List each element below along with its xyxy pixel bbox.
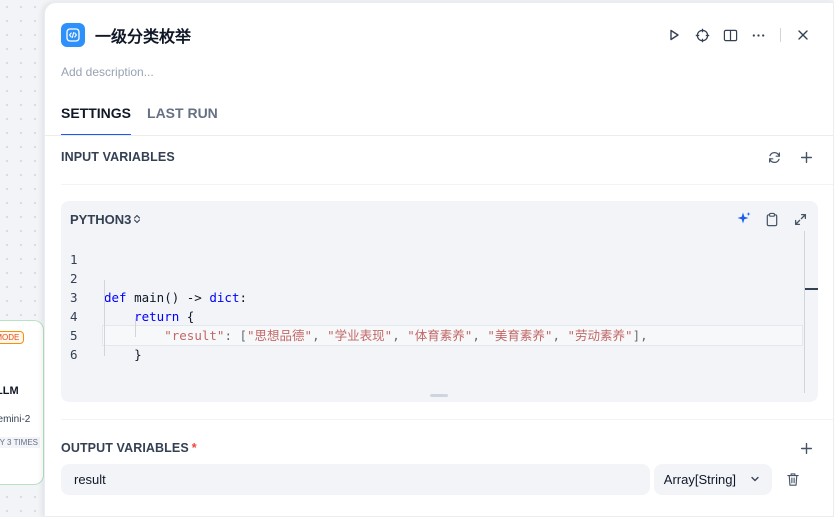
chevron-down-icon (751, 476, 759, 482)
required-mark: * (191, 441, 197, 455)
crosshair-icon (695, 28, 709, 42)
add-output-variable-button[interactable] (795, 437, 817, 459)
ai-generate-button[interactable] (734, 209, 754, 229)
close-icon (798, 30, 808, 40)
line-number: 6 (70, 347, 78, 362)
line-number: 5 (70, 328, 78, 343)
output-variables-title: OUTPUT VARIABLES (61, 441, 189, 455)
editor-scrollbar[interactable] (804, 231, 818, 393)
tab-last-run[interactable]: LAST RUN (147, 105, 218, 135)
copy-code-button[interactable] (762, 209, 782, 229)
run-button[interactable] (660, 21, 688, 49)
output-variable-name-input[interactable]: result (61, 464, 650, 495)
output-variable-row: result Array[String] (61, 464, 802, 495)
type-select-value: Array[String] (663, 472, 737, 487)
node-retry: RY 3 TIMES (0, 437, 41, 448)
node-title: LLM (0, 385, 19, 397)
header-divider (780, 28, 781, 42)
code-content[interactable]: 1 2 def main() -> dict: 3 return { 4 "re… (61, 231, 803, 362)
code-block-icon (61, 23, 85, 47)
node-settings-panel: 一级分类枚举 Add description... SETTINGS LAST … (44, 2, 834, 517)
trash-icon (787, 473, 799, 486)
plus-icon (800, 151, 812, 163)
node-title-input[interactable]: 一级分类枚举 (95, 23, 191, 47)
add-input-variable-button[interactable] (795, 146, 817, 168)
input-variables-header: INPUT VARIABLES (61, 145, 817, 169)
tabs-divider (45, 135, 833, 136)
llm-node[interactable]: L MODE LLM gemini-2 RY 3 TIMES (0, 320, 44, 485)
section-divider (61, 184, 833, 185)
locate-button[interactable] (688, 21, 716, 49)
refresh-icon (768, 151, 780, 163)
sync-variables-button[interactable] (763, 146, 785, 168)
help-docs-button[interactable] (716, 21, 744, 49)
more-icon (752, 33, 764, 37)
indent-guide (135, 318, 136, 337)
editor-resize-handle[interactable] (430, 394, 448, 397)
close-button[interactable] (789, 21, 817, 49)
current-code-line: 6 (70, 325, 803, 362)
tab-settings[interactable]: SETTINGS (61, 105, 132, 136)
expand-editor-button[interactable] (790, 209, 810, 229)
description-input[interactable]: Add description... (61, 65, 154, 79)
expand-icon (794, 213, 806, 225)
input-variables-title: INPUT VARIABLES (61, 150, 175, 164)
scroll-position-marker (805, 288, 818, 290)
output-variable-type-select[interactable]: Array[String] (653, 464, 773, 495)
code-editor[interactable]: PYTHON3 1 2 def main() -> dict: 3 return… (61, 201, 818, 402)
panel-tabs: SETTINGS LAST RUN (61, 105, 234, 136)
section-divider (61, 419, 833, 420)
code-editor-toolbar: PYTHON3 (70, 209, 810, 229)
split-view-icon (723, 29, 737, 41)
more-button[interactable] (744, 21, 772, 49)
code-line: 1 (61, 231, 802, 267)
output-variables-header: OUTPUT VARIABLES * (61, 436, 817, 460)
code-line: 2 def main() -> dict: (61, 250, 802, 305)
language-selector[interactable]: PYTHON3 (70, 212, 131, 227)
plus-icon (800, 442, 812, 454)
code-line: 3 return { (61, 269, 802, 324)
play-icon (670, 29, 679, 41)
delete-output-variable-button[interactable] (784, 471, 802, 489)
indent-guide (104, 280, 105, 356)
node-mode-badge: L MODE (0, 331, 25, 344)
clipboard-icon (766, 212, 778, 226)
sparkle-icon (737, 212, 751, 224)
node-model: gemini-2 (0, 414, 31, 425)
code-line: 4 "result": ["思想品德", "学业表现", "体育素养", "美育… (61, 288, 802, 343)
updown-chevron-icon[interactable] (133, 214, 141, 224)
code-line: 5 } (61, 307, 802, 362)
panel-header: 一级分类枚举 (61, 21, 817, 49)
